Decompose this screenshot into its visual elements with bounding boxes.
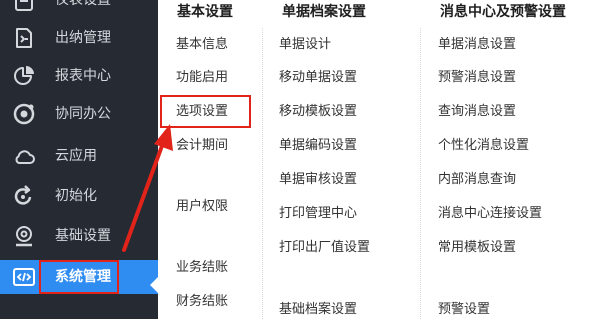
column-title-basic-settings: 基本设置 bbox=[177, 4, 233, 20]
menu-link[interactable]: 用户权限 bbox=[176, 198, 228, 216]
sidebar-item-cloud[interactable]: 云应用 bbox=[0, 139, 158, 173]
sidebar-item-label: 出纳管理 bbox=[55, 30, 111, 46]
sidebar-item-label: 协同办公 bbox=[55, 106, 111, 122]
sidebar-item-cashier[interactable]: 出纳管理 bbox=[0, 21, 158, 55]
sidebar-item-basic-settings[interactable]: 基础设置 bbox=[0, 219, 158, 253]
menu-link[interactable]: 基础档案设置 bbox=[279, 301, 357, 319]
code-icon bbox=[12, 265, 36, 289]
menu-link[interactable]: 个性化消息设置 bbox=[438, 137, 529, 155]
menu-link[interactable]: 基本信息 bbox=[176, 36, 228, 54]
column-title-message-center: 消息中心及预警设置 bbox=[440, 4, 566, 20]
menu-link[interactable]: 单据审核设置 bbox=[279, 171, 357, 189]
menu-link[interactable]: 预警设置 bbox=[438, 301, 490, 319]
sidebar-item-label: 报表中心 bbox=[55, 68, 111, 84]
collaboration-icon bbox=[12, 102, 36, 126]
column-title-document-settings: 单据档案设置 bbox=[282, 4, 366, 20]
sidebar: 仪表设置 出纳管理 报表中心 协同办公 云应用 初始化 基础设置 系统管理 bbox=[0, 0, 158, 319]
cloud-icon bbox=[12, 144, 36, 168]
menu-link[interactable]: 业务结账 bbox=[176, 259, 228, 277]
menu-link[interactable]: 查询消息设置 bbox=[438, 103, 516, 121]
menu-link[interactable]: 功能启用 bbox=[176, 69, 228, 87]
menu-link[interactable]: 打印出厂值设置 bbox=[279, 239, 370, 257]
sidebar-item-label: 仪表设置 bbox=[55, 0, 111, 8]
menu-link[interactable]: 会计期间 bbox=[176, 137, 228, 155]
menu-link[interactable]: 单据消息设置 bbox=[438, 36, 516, 54]
menu-link[interactable]: 消息中心连接设置 bbox=[438, 205, 542, 223]
sidebar-item-label: 初始化 bbox=[55, 188, 97, 204]
refresh-icon bbox=[12, 184, 36, 208]
menu-link[interactable]: 预警消息设置 bbox=[438, 69, 516, 87]
column-divider bbox=[420, 28, 421, 319]
menu-link[interactable]: 打印管理中心 bbox=[279, 205, 357, 223]
settings-icon bbox=[12, 224, 36, 248]
menu-link[interactable]: 财务结账 bbox=[176, 293, 228, 311]
active-indicator bbox=[150, 277, 158, 293]
sidebar-item-reports[interactable]: 报表中心 bbox=[0, 59, 158, 93]
document-icon bbox=[12, 0, 36, 12]
menu-link[interactable]: 常用模板设置 bbox=[438, 239, 516, 257]
highlight-box bbox=[39, 260, 119, 294]
menu-link[interactable]: 移动模板设置 bbox=[279, 103, 357, 121]
sidebar-item-label: 基础设置 bbox=[55, 228, 111, 244]
highlight-box bbox=[160, 95, 251, 128]
menu-link[interactable]: 移动单据设置 bbox=[279, 69, 357, 87]
sidebar-item-collab[interactable]: 协同办公 bbox=[0, 97, 158, 131]
sidebar-item-0[interactable]: 仪表设置 bbox=[0, 0, 158, 17]
menu-link[interactable]: 单据编码设置 bbox=[279, 137, 357, 155]
sidebar-item-label: 云应用 bbox=[55, 148, 97, 164]
column-divider bbox=[262, 28, 263, 319]
menu-link[interactable]: 单据设计 bbox=[279, 36, 331, 54]
sidebar-item-init[interactable]: 初始化 bbox=[0, 179, 158, 213]
pie-chart-icon bbox=[12, 64, 36, 88]
cashier-icon bbox=[12, 26, 36, 50]
menu-link[interactable]: 内部消息查询 bbox=[438, 171, 516, 189]
